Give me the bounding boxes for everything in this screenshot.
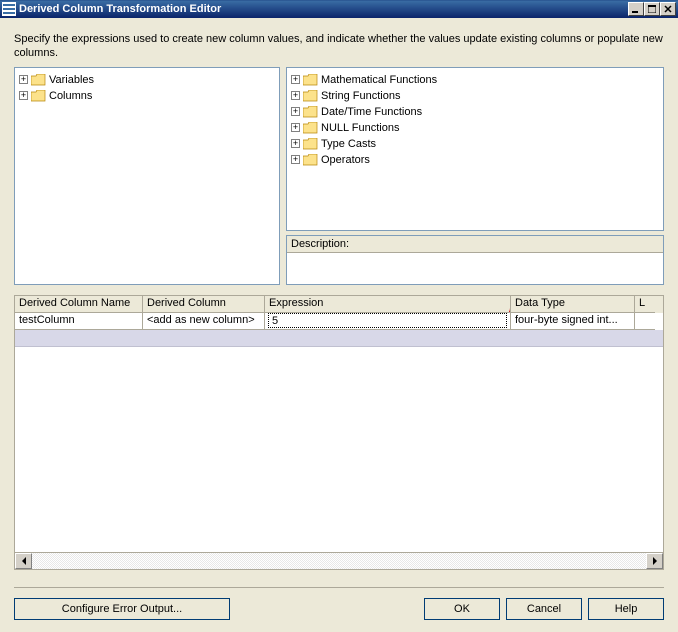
tree-item-columns[interactable]: + Columns: [17, 88, 277, 104]
button-bar: Configure Error Output... OK Cancel Help: [14, 587, 664, 620]
column-header-datatype[interactable]: Data Type: [511, 296, 635, 313]
cell-expression[interactable]: 5: [265, 313, 511, 330]
plus-icon[interactable]: +: [291, 123, 300, 132]
plus-icon[interactable]: +: [291, 75, 300, 84]
tree-item-datetime[interactable]: + Date/Time Functions: [289, 104, 661, 120]
table-row[interactable]: testColumn <add as new column> 5 four-by…: [15, 313, 663, 330]
grid-header-row: Derived Column Name Derived Column Expre…: [15, 296, 663, 313]
tree-item-null[interactable]: + NULL Functions: [289, 120, 661, 136]
tree-item-typecast[interactable]: + Type Casts: [289, 136, 661, 152]
horizontal-scrollbar[interactable]: [15, 552, 663, 569]
tree-item-string[interactable]: + String Functions: [289, 88, 661, 104]
cell-datatype[interactable]: four-byte signed int...: [511, 313, 635, 330]
tree-item-variables[interactable]: + Variables: [17, 72, 277, 88]
scroll-left-button[interactable]: [15, 553, 32, 569]
folder-icon: [31, 74, 46, 86]
cell-length[interactable]: [635, 313, 655, 330]
cancel-button[interactable]: Cancel: [506, 598, 582, 620]
minimize-button[interactable]: [628, 2, 644, 16]
folder-icon: [303, 154, 318, 166]
plus-icon[interactable]: +: [291, 139, 300, 148]
app-icon: [2, 2, 16, 16]
scroll-right-button[interactable]: [646, 553, 663, 569]
column-header-length[interactable]: L: [635, 296, 655, 313]
column-header-derived[interactable]: Derived Column: [143, 296, 265, 313]
column-header-name[interactable]: Derived Column Name: [15, 296, 143, 313]
variables-columns-tree[interactable]: + Variables + Columns: [14, 67, 280, 285]
tree-label: Mathematical Functions: [321, 74, 437, 86]
empty-row[interactable]: [15, 330, 663, 347]
functions-tree[interactable]: + Mathematical Functions + String Functi…: [286, 67, 664, 231]
folder-icon: [303, 138, 318, 150]
maximize-button[interactable]: [644, 2, 660, 16]
folder-icon: [303, 74, 318, 86]
column-header-expression[interactable]: Expression: [265, 296, 511, 313]
tree-item-math[interactable]: + Mathematical Functions: [289, 72, 661, 88]
plus-icon[interactable]: +: [291, 91, 300, 100]
tree-label: Date/Time Functions: [321, 106, 422, 118]
plus-icon[interactable]: +: [19, 75, 28, 84]
tree-label: Variables: [49, 74, 94, 86]
derived-columns-grid[interactable]: Derived Column Name Derived Column Expre…: [14, 295, 664, 570]
tree-item-operators[interactable]: + Operators: [289, 152, 661, 168]
instruction-text: Specify the expressions used to create n…: [0, 18, 678, 67]
ok-button[interactable]: OK: [424, 598, 500, 620]
close-button[interactable]: [660, 2, 676, 16]
plus-icon[interactable]: +: [19, 91, 28, 100]
expression-input[interactable]: 5: [268, 313, 507, 328]
tree-label: Columns: [49, 90, 92, 102]
tree-label: Type Casts: [321, 138, 376, 150]
description-label: Description:: [287, 236, 663, 253]
header-text: Expression: [269, 297, 323, 309]
cell-derived[interactable]: <add as new column>: [143, 313, 265, 330]
tree-label: Operators: [321, 154, 370, 166]
title-bar: Derived Column Transformation Editor: [0, 0, 678, 18]
plus-icon[interactable]: +: [291, 107, 300, 116]
configure-error-output-button[interactable]: Configure Error Output...: [14, 598, 230, 620]
tree-label: String Functions: [321, 90, 400, 102]
tree-label: NULL Functions: [321, 122, 399, 134]
window-title: Derived Column Transformation Editor: [19, 3, 628, 15]
folder-icon: [303, 90, 318, 102]
help-button[interactable]: Help: [588, 598, 664, 620]
folder-icon: [303, 106, 318, 118]
cell-name[interactable]: testColumn: [15, 313, 143, 330]
folder-icon: [303, 122, 318, 134]
description-panel: Description:: [286, 235, 664, 285]
plus-icon[interactable]: +: [291, 155, 300, 164]
folder-icon: [31, 90, 46, 102]
scroll-track[interactable]: [32, 553, 646, 569]
